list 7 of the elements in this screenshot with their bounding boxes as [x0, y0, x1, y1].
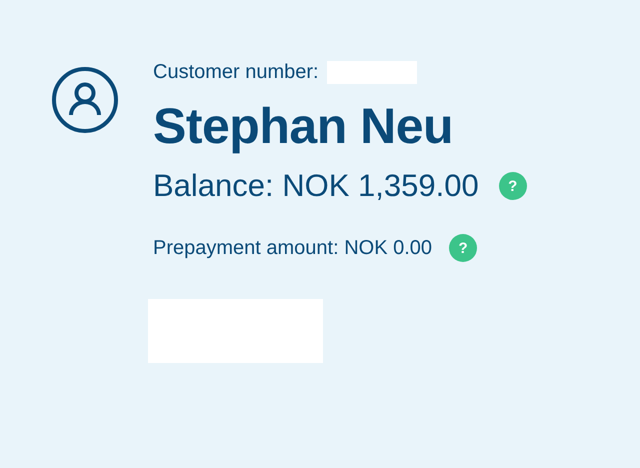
- customer-name: Stephan Neu: [153, 97, 454, 156]
- help-badge[interactable]: ?: [498, 172, 527, 200]
- prepayment-text: Prepayment amount: NOK 0.00: [153, 236, 432, 260]
- user-icon: [51, 66, 119, 134]
- balance-text: Balance: NOK 1,359.00: [153, 168, 479, 204]
- customer-number-label: Customer number:: [153, 60, 319, 84]
- help-badge[interactable]: ?: [449, 234, 478, 262]
